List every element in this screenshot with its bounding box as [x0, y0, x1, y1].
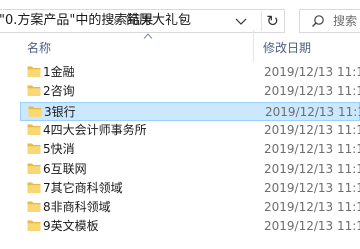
- list-item[interactable]: 9英文模板 2019/12/13 11:18: [20, 217, 360, 236]
- list-item[interactable]: 6互联网 2019/12/13 11:18: [20, 160, 360, 179]
- column-header-name[interactable]: 名称: [27, 40, 51, 56]
- file-name: 5快消: [43, 142, 75, 157]
- list-item[interactable]: 5快消 2019/12/13 11:18: [20, 140, 360, 159]
- chevron-down-icon[interactable]: [232, 12, 250, 30]
- file-date-modified: 2019/12/13 11:18: [264, 65, 360, 79]
- address-bar[interactable]: "0.方案产品"中的搜索结果 › 简历大礼包 › ↻: [0, 9, 285, 33]
- breadcrumb-separator[interactable]: ›: [181, 13, 186, 29]
- file-name: 8非商科领域: [43, 200, 111, 215]
- file-name: 1金融: [43, 65, 75, 79]
- folder-icon: [27, 85, 41, 97]
- list-item[interactable]: 4四大会计师事务所 2019/12/13 11:18: [20, 121, 360, 140]
- breadcrumb-separator[interactable]: ›: [113, 13, 118, 29]
- column-header-date-modified[interactable]: 修改日期: [263, 40, 311, 56]
- file-name: 3银行: [44, 104, 76, 119]
- folder-icon: [27, 124, 41, 135]
- file-date-modified: 2019/12/13 11:18: [264, 180, 360, 195]
- list-item[interactable]: 1金融 2019/12/13 11:18: [20, 63, 360, 82]
- file-date-modified: 2019/12/13 11:18: [264, 84, 360, 99]
- search-input[interactable]: 搜索: [299, 9, 360, 33]
- file-date-modified: 2019/12/13 11:18: [264, 161, 360, 176]
- list-item[interactable]: 7其它商科领域 2019/12/13 11:18: [20, 179, 360, 198]
- folder-icon: [27, 220, 41, 232]
- search-placeholder: 搜索: [333, 14, 358, 28]
- list-item[interactable]: 3银行 2019/12/13 11:18: [20, 101, 360, 121]
- file-name: 7其它商科领域: [43, 180, 123, 195]
- file-name: 9英文模板: [43, 219, 99, 234]
- file-date-modified: 2019/12/13 11:18: [264, 200, 360, 215]
- folder-icon: [28, 106, 42, 117]
- folder-icon: [27, 66, 41, 77]
- folder-icon: [27, 163, 41, 174]
- address-bar-region: "0.方案产品"中的搜索结果 › 简历大礼包 › ↻ 搜索: [0, 0, 360, 40]
- folder-icon: [27, 143, 41, 155]
- file-date-modified: 2019/12/13 11:18: [264, 219, 360, 234]
- list-item[interactable]: 2咨询 2019/12/13 11:18: [20, 82, 360, 101]
- file-date-modified: 2019/12/13 11:18: [265, 104, 360, 119]
- file-name: 4四大会计师事务所: [43, 122, 147, 137]
- sort-ascending-icon: [143, 33, 153, 39]
- search-icon: [312, 15, 324, 27]
- column-divider[interactable]: [253, 30, 254, 62]
- file-date-modified: 2019/12/13 11:18: [264, 122, 360, 137]
- list-item[interactable]: 8非商科领域 2019/12/13 11:18: [20, 198, 360, 217]
- folder-icon: [27, 201, 41, 213]
- folder-icon: [27, 182, 41, 193]
- refresh-icon[interactable]: ↻: [261, 11, 283, 31]
- file-date-modified: 2019/12/13 11:18: [264, 142, 360, 157]
- file-name: 6互联网: [43, 161, 87, 176]
- file-name: 2咨询: [43, 84, 75, 99]
